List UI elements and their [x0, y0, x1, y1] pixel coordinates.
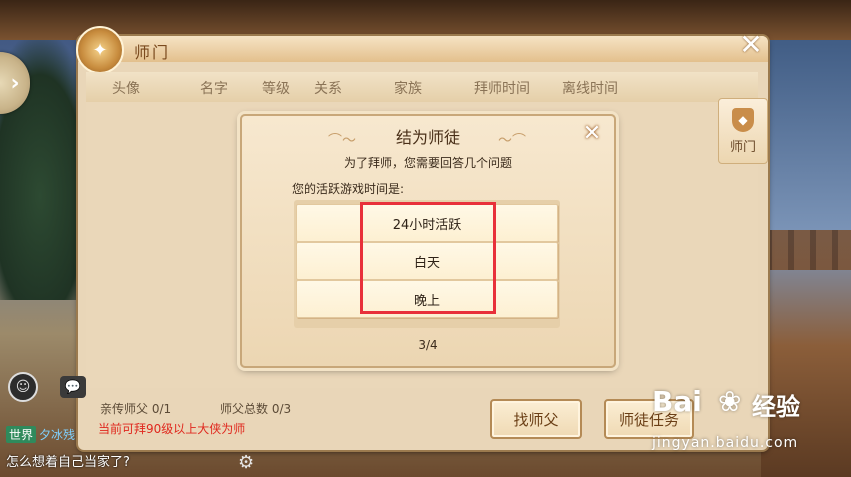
paw-icon: ❀	[718, 385, 742, 418]
column-header-offline-time: 离线时间	[562, 81, 618, 97]
notice-text: 当前可拜90级以上大侠为师	[98, 422, 246, 436]
tab-sect[interactable]: ◆ 师门	[718, 98, 768, 164]
direct-master-count: 亲传师父 0/1	[100, 402, 172, 416]
column-header-name: 名字	[200, 81, 228, 97]
tab-sect-label: 师门	[729, 139, 756, 155]
background-roof	[0, 0, 851, 40]
watermark-brand-cn: 经验	[752, 393, 800, 421]
become-master-dialog: ⌒〜 结为师徒 〜⌒ ✕ 为了拜师，您需要回答几个问题 您的活跃游戏时间是: 2…	[240, 114, 616, 368]
panel-close-button[interactable]: ✕	[738, 31, 764, 59]
background-railing	[766, 230, 851, 270]
chat-message-header[interactable]: 世界 夕冰残	[6, 426, 75, 443]
person-icon[interactable]: ☺	[8, 372, 38, 402]
panel-title: 师门	[134, 43, 171, 62]
sect-emblem-icon: ✦	[76, 26, 124, 74]
dialog-title: 结为师徒	[395, 128, 460, 147]
column-header-level: 等级	[262, 81, 290, 97]
dialog-subtitle: 为了拜师，您需要回答几个问题	[343, 156, 512, 170]
column-header-avatar: 头像	[112, 81, 140, 97]
column-header-apprentice-time: 拜师时间	[474, 81, 530, 97]
gear-icon[interactable]: ⚙	[238, 452, 254, 473]
find-master-button[interactable]: 找师父	[490, 399, 582, 439]
chat-icon[interactable]: 💬	[60, 376, 86, 398]
panel-header	[78, 36, 768, 62]
table-header: 头像 名字 等级 关系 家族 拜师时间 离线时间	[86, 72, 758, 103]
column-header-relation: 关系	[314, 81, 342, 97]
question-text: 您的活跃游戏时间是:	[292, 182, 405, 196]
master-total-count: 师父总数 0/3	[220, 402, 292, 416]
baidu-watermark: Bai ❀ 经验 jingyan.baidu.com	[652, 385, 848, 463]
chat-message: 怎么想着自己当家了?	[6, 455, 130, 470]
banner-icon: ◆	[732, 107, 754, 132]
title-ornament-right: 〜⌒	[498, 133, 526, 149]
chat-sender[interactable]: 夕冰残	[39, 428, 75, 442]
close-icon: ✕	[582, 121, 602, 146]
column-header-family: 家族	[394, 81, 422, 97]
question-progress: 3/4	[418, 338, 438, 352]
highlight-annotation-box	[360, 202, 496, 314]
watermark-brand: Bai	[652, 385, 702, 418]
chat-channel-tag: 世界	[6, 426, 37, 443]
watermark-url: jingyan.baidu.com	[652, 435, 799, 451]
dialog-close-button[interactable]: ✕	[580, 122, 604, 146]
chevron-right-icon: ›	[10, 70, 20, 96]
close-icon: ✕	[739, 28, 763, 61]
